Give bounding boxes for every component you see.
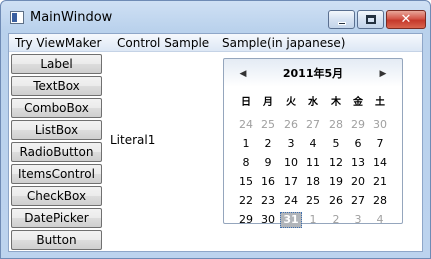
label-button[interactable]: Label <box>11 54 102 74</box>
radiobutton-button[interactable]: RadioButton <box>11 142 102 162</box>
calendar-day[interactable]: 19 <box>325 174 347 190</box>
close-button[interactable]: ✕ <box>386 10 426 29</box>
calendar-day[interactable]: 3 <box>347 212 369 228</box>
calendar-day[interactable]: 28 <box>325 117 347 133</box>
datepicker-button[interactable]: DatePicker <box>11 208 102 228</box>
weekday-sat: 土 <box>375 97 385 108</box>
calendar-day[interactable]: 10 <box>280 155 302 171</box>
window-title: MainWindow <box>30 10 113 25</box>
calendar-day[interactable]: 3 <box>280 136 302 152</box>
minimize-icon <box>338 22 346 25</box>
calendar-day[interactable]: 25 <box>257 117 279 133</box>
client-area: Try ViewMaker Control Sample Sample(in j… <box>8 33 423 252</box>
calendar-week-row: 1234567 <box>235 136 391 152</box>
textbox-button[interactable]: TextBox <box>11 76 102 96</box>
weekday-fri: 金 <box>353 97 363 108</box>
calendar-day[interactable]: 28 <box>369 193 391 209</box>
weekday-header-row: 日 月 火 水 木 金 土 <box>235 95 391 111</box>
literal-label: Literal1 <box>110 133 156 147</box>
calendar-day[interactable]: 15 <box>235 174 257 190</box>
checkbox-button[interactable]: CheckBox <box>11 186 102 206</box>
calendar-day[interactable]: 24 <box>235 117 257 133</box>
weekday-thu: 木 <box>331 97 341 108</box>
calendar-month-title[interactable]: 2011年5月 <box>224 65 402 83</box>
calendar-day[interactable]: 22 <box>235 193 257 209</box>
weekday-sun: 日 <box>241 97 251 108</box>
calendar-week-row: 15 16 17 18 19 20 21 <box>235 174 391 190</box>
calendar-day[interactable]: 6 <box>347 136 369 152</box>
calendar-day[interactable]: 26 <box>280 117 302 133</box>
calendar-day[interactable]: 7 <box>369 136 391 152</box>
calendar-day[interactable]: 14 <box>369 155 391 171</box>
calendar-day[interactable]: 24 <box>280 193 302 209</box>
calendar-day[interactable]: 5 <box>325 136 347 152</box>
maximize-button[interactable] <box>357 10 384 29</box>
listbox-button[interactable]: ListBox <box>11 120 102 140</box>
calendar-day[interactable]: 27 <box>302 117 324 133</box>
title-bar[interactable]: MainWindow ✕ <box>1 1 430 33</box>
next-month-icon[interactable]: ▶ <box>377 67 389 81</box>
weekday-tue: 火 <box>286 97 296 108</box>
calendar-day[interactable]: 2 <box>257 136 279 152</box>
calendar-header: 2011年5月 ◀ ▶ <box>224 65 402 83</box>
button-button[interactable]: Button <box>11 230 102 250</box>
calendar-day-selected[interactable]: 31 <box>280 212 302 228</box>
maximize-icon <box>366 15 376 24</box>
calendar-day[interactable]: 30 <box>369 117 391 133</box>
calendar-day[interactable]: 1 <box>302 212 324 228</box>
calendar-day[interactable]: 27 <box>347 193 369 209</box>
calendar-week-row: 22 23 24 25 26 27 28 <box>235 193 391 209</box>
calendar-day[interactable]: 20 <box>347 174 369 190</box>
calendar-day[interactable]: 26 <box>325 193 347 209</box>
previous-month-icon[interactable]: ◀ <box>237 67 249 81</box>
weekday-wed: 水 <box>308 97 318 108</box>
calendar-day[interactable]: 4 <box>369 212 391 228</box>
menu-sample-japanese[interactable]: Sample(in japanese) <box>221 35 346 51</box>
calendar-day[interactable]: 4 <box>302 136 324 152</box>
calendar-week-row: 24 25 26 27 28 29 30 <box>235 117 391 133</box>
close-icon: ✕ <box>400 12 412 27</box>
calendar-day[interactable]: 1 <box>235 136 257 152</box>
calendar: 2011年5月 ◀ ▶ 日 月 火 水 木 金 土 24 25 26 27 28 29 30… <box>223 58 403 228</box>
calendar-week-row: 8 9 10 11 12 13 14 <box>235 155 391 171</box>
calendar-day[interactable]: 2 <box>325 212 347 228</box>
calendar-day[interactable]: 18 <box>302 174 324 190</box>
menu-control-sample[interactable]: Control Sample <box>116 35 210 51</box>
minimize-button[interactable] <box>328 10 355 29</box>
app-window-icon[interactable] <box>10 11 24 24</box>
calendar-day[interactable]: 13 <box>347 155 369 171</box>
calendar-day[interactable]: 11 <box>302 155 324 171</box>
calendar-day[interactable]: 29 <box>347 117 369 133</box>
calendar-day[interactable]: 12 <box>325 155 347 171</box>
calendar-day[interactable]: 8 <box>235 155 257 171</box>
calendar-day[interactable]: 9 <box>257 155 279 171</box>
weekday-mon: 月 <box>263 97 273 108</box>
calendar-day[interactable]: 30 <box>257 212 279 228</box>
calendar-day[interactable]: 16 <box>257 174 279 190</box>
calendar-day[interactable]: 23 <box>257 193 279 209</box>
calendar-day[interactable]: 17 <box>280 174 302 190</box>
menu-bar: Try ViewMaker Control Sample Sample(in j… <box>9 34 422 52</box>
main-window: MainWindow ✕ Try ViewMaker Control Sampl… <box>0 0 431 259</box>
calendar-week-row: 29 30 31 1 2 3 4 <box>235 212 391 228</box>
menu-try-viewmaker[interactable]: Try ViewMaker <box>14 35 102 51</box>
combobox-button[interactable]: ComboBox <box>11 98 102 118</box>
calendar-day[interactable]: 29 <box>235 212 257 228</box>
calendar-day[interactable]: 21 <box>369 174 391 190</box>
itemscontrol-button[interactable]: ItemsControl <box>11 164 102 184</box>
calendar-day[interactable]: 25 <box>302 193 324 209</box>
